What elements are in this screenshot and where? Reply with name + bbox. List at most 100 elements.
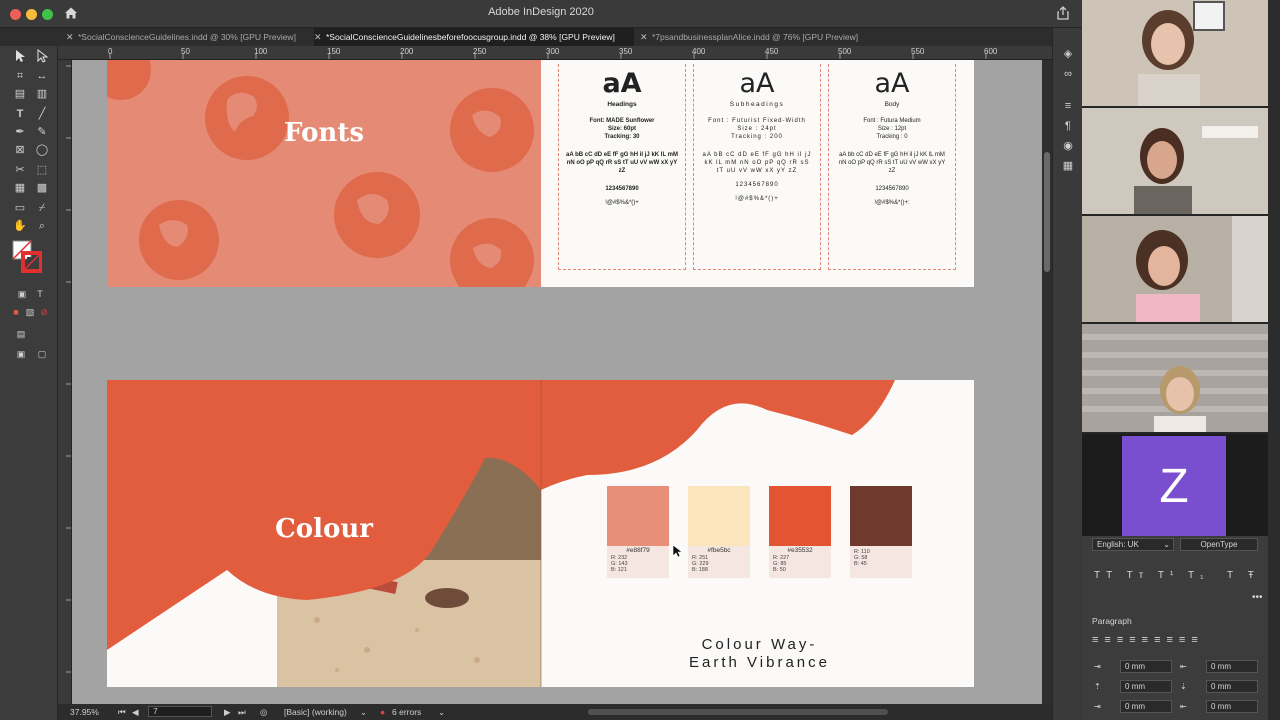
pen-tool-icon[interactable]: ✒: [11, 124, 29, 140]
ruler-mark: 200: [400, 47, 414, 56]
normal-view-icon[interactable]: ▣: [12, 346, 30, 362]
fonts-title: Fonts: [284, 118, 364, 148]
pencil-tool-icon[interactable]: ✎: [33, 124, 51, 140]
gradient-icon[interactable]: ▦: [1061, 160, 1075, 172]
close-tab-icon[interactable]: ✕: [66, 28, 78, 46]
chevron-down-icon[interactable]: ⌄: [438, 707, 445, 718]
hand-tool-icon[interactable]: ✋: [11, 218, 29, 234]
font-column-subheadings: aA Subheadings Font : Futurist Fixed-Wid…: [693, 64, 821, 270]
font-alphabet: aA bB cC dD eE fF gG hH iI jJ kK lL mM n…: [702, 152, 812, 174]
right-indent-icon: ⇤: [1180, 662, 1187, 671]
page-tool-icon[interactable]: ⌗: [11, 68, 29, 84]
font-column-headings: aA Headings Font: MADE Sunflower Size: 6…: [558, 64, 686, 270]
space-after-icon: ⇣: [1180, 682, 1187, 691]
font-symbols: !@#$%&*()+: [605, 200, 639, 206]
note-tool-icon[interactable]: ▭: [11, 200, 29, 216]
close-tab-icon[interactable]: ✕: [640, 28, 652, 46]
participant-avatar: Z: [1122, 436, 1226, 538]
preflight-errors[interactable]: 6 errors: [392, 707, 421, 717]
formatting-text-icon[interactable]: T: [31, 286, 49, 302]
document-canvas[interactable]: Fonts aA Headings Font: MADE Sunflower S…: [72, 60, 1042, 704]
document-tab[interactable]: ✕ *7psandbusinessplanAlice.indd @ 76% [GP…: [640, 28, 880, 46]
eyedropper-tool-icon[interactable]: ⌿: [33, 200, 51, 216]
share-icon[interactable]: [1056, 6, 1070, 20]
globe-pattern: [107, 60, 534, 287]
horizontal-ruler: 0 50 100 150 200 250 300 350 400 450 500…: [58, 46, 1052, 60]
colour-caption-line1: Colour Way-: [701, 636, 818, 653]
preview-mode-icon[interactable]: ▢: [33, 346, 51, 362]
first-page-button[interactable]: ⏮: [118, 707, 126, 718]
ruler-mark: 150: [327, 47, 341, 56]
ruler-mark: 500: [838, 47, 852, 56]
colour-swatch: #fbe5bc R: 251 G: 229 B: 188: [688, 486, 750, 578]
preflight-profile[interactable]: [Basic] (working): [284, 707, 347, 717]
swatch-b: B: 45: [854, 561, 867, 567]
scrollbar-thumb[interactable]: [1044, 152, 1050, 272]
last-page-button[interactable]: ⏭: [238, 707, 246, 718]
font-digits: 1234567890: [605, 186, 639, 192]
document-tab[interactable]: ✕ *SocialConscienceGuidelines.indd @ 30% …: [66, 28, 308, 46]
video-panel-scrollbar[interactable]: [1268, 0, 1280, 720]
formatting-container-icon[interactable]: ▣: [13, 286, 31, 302]
free-transform-tool-icon[interactable]: ⬚: [33, 162, 51, 178]
horizontal-scrollbar[interactable]: [588, 709, 888, 715]
gradient-feather-tool-icon[interactable]: ▩: [33, 180, 51, 196]
rectangle-frame-tool-icon[interactable]: ⊠: [11, 142, 29, 158]
status-bar: 37.95% ⏮ ◀ 7 ▶ ⏭ ◎ [Basic] (working) ⌄ ●…: [58, 704, 1052, 720]
screen-mode-icon[interactable]: ▤: [12, 326, 30, 342]
apply-none-icon[interactable]: ⊘: [35, 304, 53, 320]
direct-selection-tool-icon[interactable]: [33, 48, 51, 65]
page-number-field[interactable]: 7: [148, 706, 212, 717]
preview-icon[interactable]: ◎: [260, 707, 267, 718]
chevron-down-icon[interactable]: ⌄: [360, 707, 367, 718]
character-icon[interactable]: ¶: [1061, 120, 1075, 132]
next-page-button[interactable]: ▶: [224, 707, 231, 718]
font-alphabet: aA bB cC dD eE fF gG hH iI jJ kK lL mM n…: [565, 152, 678, 174]
opentype-button[interactable]: OpenType: [1180, 538, 1258, 551]
links-icon[interactable]: ∞: [1061, 68, 1075, 80]
spread-colour[interactable]: Colour #e88f79 R: 232 G: 143 B: 121 #fbe5bc…: [107, 380, 974, 687]
swatch-b: B: 121: [611, 567, 627, 573]
content-collector-icon[interactable]: ▤: [11, 86, 29, 102]
document-tab-active[interactable]: ✕ *SocialConscienceGuidelinesbeforefoocus…: [314, 28, 634, 46]
selection-tool-icon[interactable]: [11, 49, 29, 65]
left-indent-field[interactable]: 0 mm: [1120, 660, 1172, 673]
swatch-hex: #e88f79: [626, 547, 650, 554]
zoom-level[interactable]: 37.95%: [70, 707, 99, 717]
vertical-scrollbar[interactable]: [1042, 60, 1052, 704]
layers-icon[interactable]: ◈: [1061, 48, 1075, 60]
more-options-icon[interactable]: •••: [1252, 592, 1263, 603]
first-line-indent-field[interactable]: 0 mm: [1120, 700, 1172, 713]
font-digits: 1234567890: [735, 182, 779, 188]
swatches-icon[interactable]: ◉: [1061, 140, 1075, 152]
ruler-mark: 350: [619, 47, 633, 56]
last-line-indent-field[interactable]: 0 mm: [1206, 700, 1258, 713]
line-tool-icon[interactable]: ╱: [33, 106, 51, 122]
space-after-field[interactable]: 0 mm: [1206, 680, 1258, 693]
previous-page-button[interactable]: ◀: [132, 707, 139, 718]
last-line-indent-icon: ⇤: [1180, 702, 1187, 711]
text-transform-buttons[interactable]: TT Tᴛ T¹ T₁ T Ŧ: [1094, 570, 1260, 581]
fill-stroke-swatch[interactable]: [12, 240, 43, 276]
participant-video: [1082, 0, 1268, 106]
type-tool-icon[interactable]: T: [11, 106, 29, 122]
spread-fonts[interactable]: Fonts aA Headings Font: MADE Sunflower S…: [107, 60, 974, 287]
font-column-body: aA Body Font : Futura Medium Size : 12pt…: [828, 64, 956, 270]
gap-tool-icon[interactable]: ↔: [33, 68, 51, 84]
content-placer-icon[interactable]: ▥: [33, 86, 51, 102]
font-digits: 1234567890: [875, 186, 909, 192]
font-column-heading: Headings: [607, 101, 637, 108]
font-sample: aA: [602, 68, 642, 99]
scissors-tool-icon[interactable]: ✂: [11, 162, 29, 178]
gradient-swatch-tool-icon[interactable]: ▦: [11, 180, 29, 196]
ruler-mark: 600: [984, 47, 998, 56]
colour-caption-line2: Earth Vibrance: [689, 654, 830, 671]
language-dropdown[interactable]: English: UK ⌄: [1092, 538, 1174, 551]
right-indent-field[interactable]: 0 mm: [1206, 660, 1258, 673]
space-before-field[interactable]: 0 mm: [1120, 680, 1172, 693]
alignment-buttons[interactable]: ≡≡≡≡≡≡≡≡≡: [1092, 634, 1204, 646]
close-tab-icon[interactable]: ✕: [314, 28, 326, 46]
paragraph-styles-icon[interactable]: ≡: [1061, 100, 1075, 112]
ellipse-tool-icon[interactable]: ◯: [33, 142, 51, 158]
zoom-tool-icon[interactable]: ⌕: [33, 218, 51, 234]
